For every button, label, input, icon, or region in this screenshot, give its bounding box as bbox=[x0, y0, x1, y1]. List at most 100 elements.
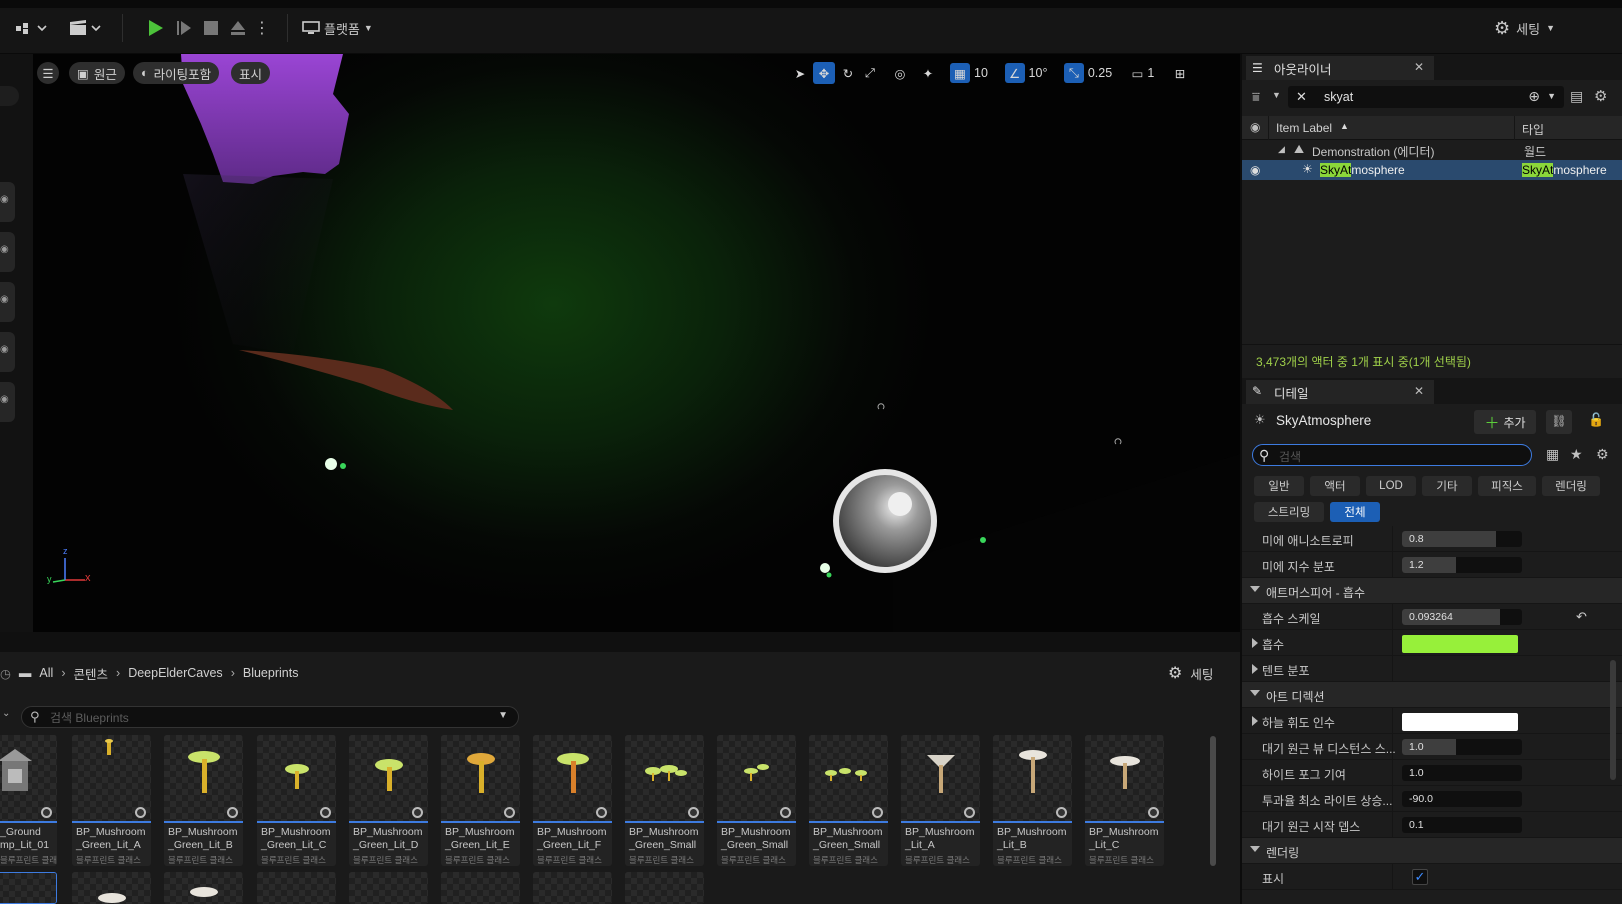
close-icon[interactable]: ✕ bbox=[1414, 60, 1424, 74]
world-space-icon[interactable]: ◎ bbox=[889, 62, 911, 84]
lock-icon[interactable]: 🔓 bbox=[1588, 412, 1604, 428]
chevron-down-icon[interactable]: ⌄ bbox=[2, 708, 10, 719]
viewport-layout-icon[interactable]: ⊞ bbox=[1169, 62, 1191, 84]
section-atmosphere-absorption[interactable]: 애트머스피어 - 흡수 bbox=[1242, 578, 1622, 604]
category-misc[interactable]: 기타 bbox=[1422, 476, 1472, 496]
expand-triangle-icon[interactable] bbox=[1252, 716, 1258, 726]
scale-mode-icon[interactable]: ⤢ bbox=[859, 62, 881, 84]
crumb-deepeldercaves[interactable]: DeepElderCaves bbox=[128, 666, 223, 680]
eye-icon[interactable]: ◉ bbox=[0, 282, 15, 322]
prop-value-input[interactable]: 0.1 bbox=[1402, 817, 1522, 833]
details-tab[interactable]: ✎ 디테일 ✕ bbox=[1246, 380, 1434, 404]
property-matrix-icon[interactable]: ▦ bbox=[1546, 446, 1559, 463]
eye-icon[interactable]: ◉ bbox=[0, 232, 15, 272]
show-button[interactable]: 표시 bbox=[231, 62, 271, 84]
asset-tile[interactable]: BP_Mushroom _Green_Lit_A 블루프린트 클래스 bbox=[72, 735, 151, 866]
expand-triangle-icon[interactable]: ◢ bbox=[1278, 144, 1285, 155]
crumb-all[interactable]: All bbox=[39, 666, 53, 680]
asset-tile[interactable]: BP_Mushroom _Lit_C 블루프린트 클래스 bbox=[1085, 735, 1164, 866]
asset-tile[interactable] bbox=[349, 872, 428, 904]
asset-tile[interactable] bbox=[625, 872, 704, 904]
folder-icon[interactable]: ▬ bbox=[19, 666, 32, 680]
viewport-menu-icon[interactable]: ☰ bbox=[37, 62, 59, 84]
asset-tile[interactable]: _Ground mp_Lit_01 블루프린트 클래스 bbox=[0, 735, 57, 866]
history-icon[interactable]: ◷ bbox=[0, 666, 11, 681]
gear-icon[interactable]: ⚙ bbox=[1594, 87, 1607, 105]
category-lod[interactable]: LOD bbox=[1366, 476, 1416, 496]
content-search-input[interactable]: ⚲ 검색 Blueprints ▼ bbox=[21, 706, 519, 728]
outliner-row-skyatmosphere[interactable]: ◉ ☀ SkyAtmosphere SkyAtmosphere bbox=[1242, 160, 1622, 180]
camera-speed-button[interactable]: ▭ 1 bbox=[1125, 62, 1161, 84]
col-type[interactable]: 타입 bbox=[1522, 121, 1544, 138]
asset-tile[interactable]: BP_Mushroom _Lit_A 블루프린트 클래스 bbox=[901, 735, 980, 866]
rotate-snap-toggle[interactable]: ∠ 10° bbox=[1001, 62, 1051, 84]
asset-tile[interactable]: BP_Mushroom _Green_Lit_B 블루프린트 클래스 bbox=[164, 735, 243, 866]
translate-mode-icon[interactable]: ✥ bbox=[813, 62, 835, 84]
asset-tile[interactable] bbox=[0, 872, 57, 904]
outliner-search-input[interactable]: ✕ skyat ⊕ ▼ bbox=[1288, 86, 1564, 108]
asset-tile[interactable]: BP_Mushroom _Green_Lit_D 블루프린트 클래스 bbox=[349, 735, 428, 866]
color-swatch[interactable] bbox=[1402, 635, 1518, 653]
play-options-icon[interactable]: ⋮ bbox=[254, 16, 270, 40]
prop-value-slider[interactable]: 0.093264 bbox=[1402, 609, 1522, 625]
mode-select-icon[interactable] bbox=[14, 18, 50, 38]
asset-tile[interactable] bbox=[72, 872, 151, 904]
clear-search-icon[interactable]: ✕ bbox=[1296, 89, 1307, 105]
reset-to-default-icon[interactable]: ↶ bbox=[1576, 609, 1587, 625]
asset-tile[interactable]: BP_Mushroom _Green_Small 블루프린트 클래스 bbox=[625, 735, 704, 866]
surface-snap-icon[interactable]: ✦ bbox=[917, 62, 939, 84]
asset-tile[interactable]: BP_Mushroom _Green_Lit_C 블루프린트 클래스 bbox=[257, 735, 336, 866]
star-icon[interactable]: ★ bbox=[1570, 446, 1583, 463]
asset-tile[interactable] bbox=[441, 872, 520, 904]
view-mode-button[interactable]: ◐ 라이팅포함 bbox=[133, 62, 220, 84]
add-filter-icon[interactable]: ⊕ bbox=[1528, 88, 1540, 105]
prop-value-slider[interactable]: 0.8 bbox=[1402, 531, 1522, 547]
chevron-down-icon[interactable]: ▼ bbox=[1272, 90, 1281, 100]
select-mode-icon[interactable]: ➤ bbox=[789, 62, 811, 84]
scale-snap-toggle[interactable]: ⤡ 0.25 bbox=[1061, 62, 1115, 84]
chevron-down-icon[interactable]: ▼ bbox=[1547, 91, 1556, 101]
color-swatch[interactable] bbox=[1402, 713, 1518, 731]
cinematics-icon[interactable] bbox=[68, 18, 104, 38]
content-settings-button[interactable]: ⚙ 세팅 bbox=[1168, 663, 1213, 683]
rotate-mode-icon[interactable]: ↻ bbox=[837, 62, 859, 84]
outliner-tab[interactable]: ☰ 아웃라이너 ✕ bbox=[1246, 56, 1434, 80]
left-panel-tab[interactable] bbox=[0, 86, 19, 106]
outliner-row-world[interactable]: ◢ ⛰ Demonstration (에디터) 월드 bbox=[1242, 140, 1622, 160]
details-scrollbar[interactable] bbox=[1610, 660, 1616, 780]
category-all[interactable]: 전체 bbox=[1330, 502, 1380, 522]
eye-icon[interactable]: ◉ bbox=[0, 182, 15, 222]
asset-tile[interactable] bbox=[257, 872, 336, 904]
content-scrollbar[interactable] bbox=[1210, 736, 1216, 866]
asset-tile[interactable]: BP_Mushroom _Green_Lit_E 블루프린트 클래스 bbox=[441, 735, 520, 866]
prop-value-input[interactable]: -90.0 bbox=[1402, 791, 1522, 807]
category-streaming[interactable]: 스트리밍 bbox=[1254, 502, 1324, 522]
category-rendering[interactable]: 렌더링 bbox=[1542, 476, 1600, 496]
asset-tile[interactable]: BP_Mushroom _Green_Lit_F 블루프린트 클래스 bbox=[533, 735, 612, 866]
col-item-label[interactable]: Item Label bbox=[1276, 121, 1332, 135]
close-icon[interactable]: ✕ bbox=[1414, 384, 1424, 398]
category-physics[interactable]: 피직스 bbox=[1478, 476, 1536, 496]
visibility-eye-icon[interactable]: ◉ bbox=[1250, 163, 1260, 177]
blueprint-icon[interactable]: ⛓ bbox=[1546, 410, 1572, 434]
expand-triangle-icon[interactable] bbox=[1252, 638, 1258, 648]
platform-menu[interactable]: 플랫폼 ▼ bbox=[302, 16, 373, 40]
crumb-blueprints[interactable]: Blueprints bbox=[243, 666, 299, 680]
eye-icon[interactable]: ◉ bbox=[0, 382, 15, 422]
new-folder-icon[interactable]: ▤ bbox=[1570, 88, 1583, 105]
gear-icon[interactable]: ⚙ bbox=[1596, 446, 1609, 463]
play-icon[interactable] bbox=[143, 16, 167, 40]
prop-value-slider[interactable]: 1.0 bbox=[1402, 765, 1522, 781]
add-component-button[interactable]: ＋ 추가 bbox=[1474, 410, 1536, 434]
eye-icon[interactable]: ◉ bbox=[0, 332, 15, 372]
section-art-direction[interactable]: 아트 디렉션 bbox=[1242, 682, 1622, 708]
category-general[interactable]: 일반 bbox=[1254, 476, 1304, 496]
level-viewport[interactable]: ☰ ▣ 원근 ◐ 라이팅포함 표시 ➤ ✥ ↻ ⤢ ◎ ✦ ▦ 10 ∠ 10°… bbox=[33, 54, 1240, 632]
perspective-button[interactable]: ▣ 원근 bbox=[69, 62, 125, 84]
category-actor[interactable]: 액터 bbox=[1310, 476, 1360, 496]
asset-tile[interactable] bbox=[533, 872, 612, 904]
crumb-content[interactable]: 콘텐츠 bbox=[74, 664, 109, 683]
settings-menu[interactable]: ⚙ 세팅 ▼ bbox=[1494, 16, 1555, 40]
asset-tile[interactable] bbox=[164, 872, 243, 904]
prop-value-slider[interactable]: 1.2 bbox=[1402, 557, 1522, 573]
